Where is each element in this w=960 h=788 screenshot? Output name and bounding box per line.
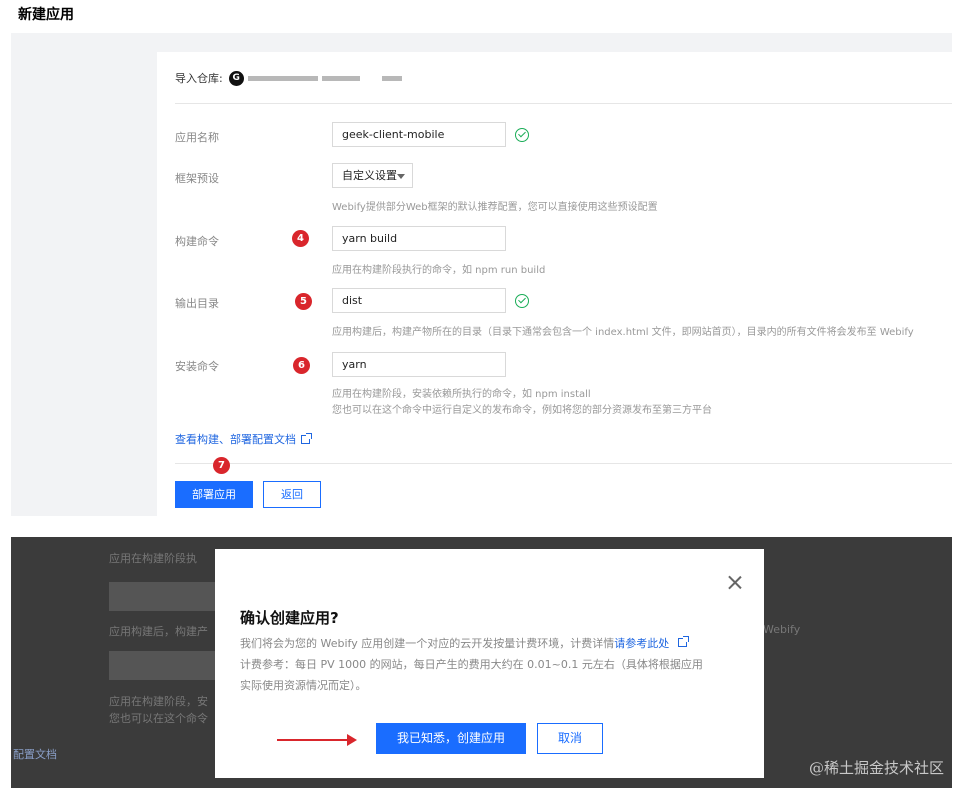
dialog-text: 我们将会为您的 Webify 应用创建一个对应的云开发按量计费环境，计费详情 [240, 637, 615, 650]
step-badge-4: 4 [292, 230, 309, 247]
divider [175, 463, 952, 464]
dim-docs-link: 配置文档 [13, 748, 57, 761]
pointer-arrow [277, 734, 357, 746]
blurred-repo-name [247, 75, 318, 81]
dialog-body: 我们将会为您的 Webify 应用创建一个对应的云开发按量计费环境，计费详情请参… [240, 633, 740, 696]
repo-row: 导入仓库: G [175, 67, 402, 89]
step-badge-6: 6 [293, 357, 310, 374]
install-command-help: 应用在构建阶段，安装依赖所执行的命令，如 npm install [332, 389, 591, 400]
dim-help-text: 应用在构建阶段，安 [109, 695, 208, 708]
page-title: 新建应用 [18, 7, 74, 23]
blurred-repo-name [381, 75, 402, 81]
dim-help-text: 应用在构建阶段执 [109, 552, 197, 565]
watermark: @稀土掘金技术社区 [808, 759, 944, 777]
git-provider-icon: G [228, 70, 244, 86]
install-command-label: 安装命令 [175, 360, 219, 373]
divider [175, 103, 952, 104]
framework-select[interactable]: 自定义设置 [332, 163, 413, 188]
check-circle-icon [515, 294, 529, 308]
output-dir-input[interactable]: dist [332, 288, 506, 313]
dialog-line-1: 我们将会为您的 Webify 应用创建一个对应的云开发按量计费环境，计费详情请参… [240, 633, 740, 654]
back-button[interactable]: 返回 [263, 481, 321, 508]
blurred-repo-name [321, 75, 360, 81]
framework-help: Webify提供部分Web框架的默认推荐配置，您可以直接使用这些预设配置 [332, 202, 658, 213]
external-link-icon [677, 636, 689, 647]
build-command-input[interactable]: yarn build [332, 226, 506, 251]
step-badge-7: 7 [213, 457, 230, 474]
check-circle-icon [515, 128, 529, 142]
dim-help-text: 您也可以在这个命令 [109, 712, 208, 725]
dim-input [109, 582, 219, 611]
build-command-help: 应用在构建阶段执行的命令，如 npm run build [332, 265, 546, 276]
dim-input [109, 651, 219, 680]
chevron-down-icon [397, 174, 405, 179]
external-link-icon [301, 432, 312, 444]
form-panel: 导入仓库: G 应用名称 geek-client-mobile 框架预设 自定义… [11, 33, 952, 516]
cancel-button[interactable]: 取消 [537, 723, 603, 754]
dim-text-right: Webify [763, 623, 801, 636]
dialog-line-3: 实际使用资源情况而定）。 [240, 679, 367, 692]
app-name-input[interactable]: geek-client-mobile [332, 122, 506, 147]
dialog-title: 确认创建应用? [240, 609, 339, 627]
close-icon[interactable] [728, 575, 742, 589]
build-docs-link-label: 查看构建、部署配置文档 [175, 433, 296, 446]
app-name-label: 应用名称 [175, 131, 219, 144]
dim-help-text: 应用构建后，构建产 [109, 625, 208, 638]
install-command-help: 您也可以在这个命令中运行自定义的发布命令，例如将您的部分资源发布至第三方平台 [332, 405, 712, 416]
output-dir-help: 应用构建后，构建产物所在的目录（目录下通常会包含一个 index.html 文件… [332, 327, 914, 338]
form-card: 导入仓库: G 应用名称 geek-client-mobile 框架预设 自定义… [157, 52, 952, 516]
billing-details-link[interactable]: 请参考此处 [614, 637, 669, 650]
framework-label: 框架预设 [175, 172, 219, 185]
build-command-label: 构建命令 [175, 235, 219, 248]
framework-select-value: 自定义设置 [342, 169, 397, 182]
dialog-line-2: 计费参考：每日 PV 1000 的网站，每日产生的费用大约在 0.01~0.1 … [240, 658, 703, 671]
build-docs-link[interactable]: 查看构建、部署配置文档 [175, 431, 312, 447]
repo-label: 导入仓库: [175, 72, 223, 85]
step-badge-5: 5 [295, 293, 312, 310]
install-command-input[interactable]: yarn [332, 352, 506, 377]
confirm-create-button[interactable]: 我已知悉，创建应用 [376, 723, 526, 754]
modal-screen: 应用在构建阶段执 应用构建后，构建产 应用在构建阶段，安 您也可以在这个命令 配… [11, 537, 952, 788]
confirm-dialog: 确认创建应用? 我们将会为您的 Webify 应用创建一个对应的云开发按量计费环… [215, 549, 764, 778]
output-dir-label: 输出目录 [175, 297, 219, 310]
deploy-app-button[interactable]: 部署应用 [175, 481, 253, 508]
